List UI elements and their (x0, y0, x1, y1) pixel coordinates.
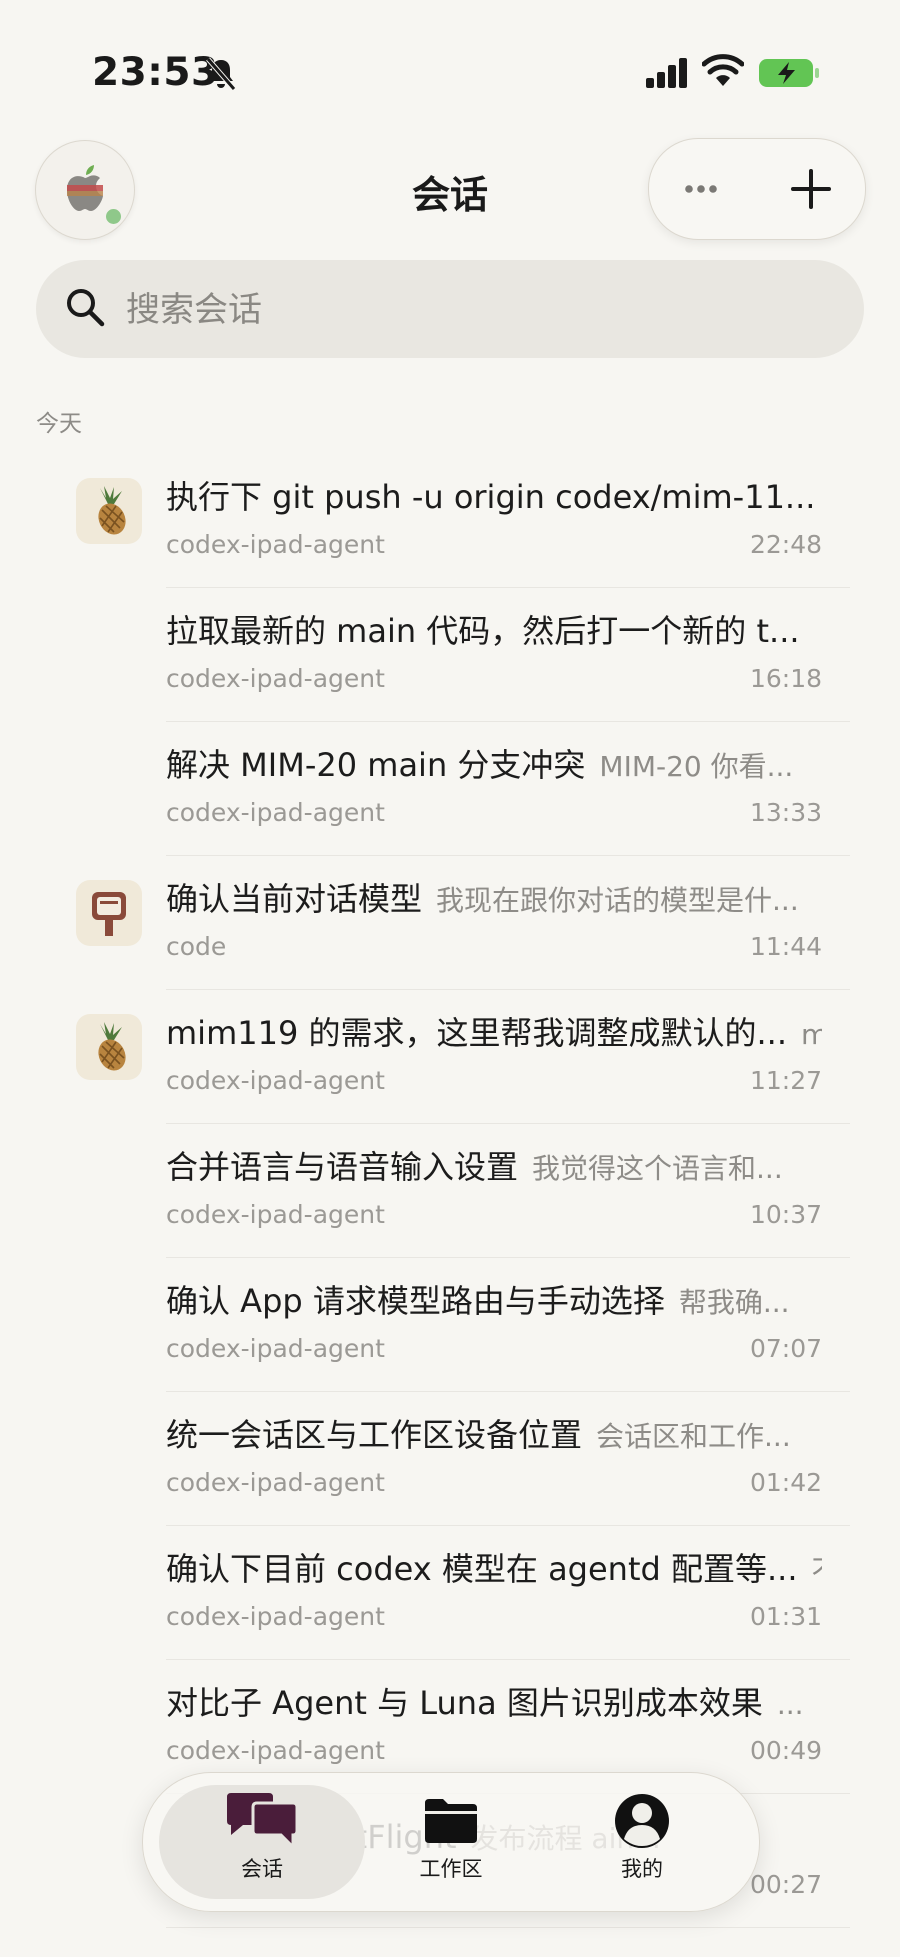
session-title: 合并语言与语音输入设置 (166, 1148, 519, 1186)
section-label-today: 今天 (36, 411, 82, 437)
session-time: 13:33 (749, 798, 822, 827)
tab-label: 工作区 (419, 1857, 483, 1881)
session-agent-name: codex-ipad-agent (166, 1468, 385, 1497)
row-divider (166, 1926, 850, 1928)
session-row[interactable]: 确认当前对话模型 我现在跟你对话的模型是什... code 11:44 (0, 856, 900, 990)
session-agent-name: codex-ipad-agent (166, 1066, 385, 1095)
session-preview: 不 (812, 1554, 822, 1587)
search-input[interactable] (124, 280, 828, 340)
session-time: 00:49 (749, 1736, 822, 1765)
session-title-line: 确认 App 请求模型路由与手动选择 帮我确... (166, 1278, 822, 1324)
session-row[interactable]: 确认 App 请求模型路由与手动选择 帮我确... codex-ipad-agent… (0, 1258, 900, 1392)
session-row[interactable]: 确认下目前 codex 模型在 agentd 配置等... 不 codex-ipad… (0, 1526, 900, 1660)
session-title: mim119 的需求，这里帮我调整成默认的... (166, 1014, 788, 1052)
session-preview: 我现在跟你对话的模型是什... (436, 884, 799, 917)
session-agent-name: codex-ipad-agent (166, 530, 385, 559)
session-title: 对比子 Agent 与 Luna 图片识别成本效果 (166, 1684, 763, 1722)
session-title: 执行下 git push -u origin codex/mim-11... (166, 478, 816, 516)
session-preview: ... (776, 1688, 804, 1721)
session-title: 确认 App 请求模型路由与手动选择 (166, 1282, 665, 1320)
session-title-line: 解决 MIM-20 main 分支冲突 MIM-20 你看... (166, 742, 822, 788)
session-time: 16:18 (749, 664, 822, 693)
session-title-line: 对比子 Agent 与 Luna 图片识别成本效果... (166, 1680, 822, 1726)
session-title: 解决 MIM-20 main 分支冲突 (166, 746, 586, 784)
session-title: 确认当前对话模型 (166, 880, 423, 918)
session-title-line: 统一会话区与工作区设备位置 会话区和工作... (166, 1412, 822, 1458)
pineapple-icon (76, 1014, 142, 1080)
session-preview: 会话区和工作... (596, 1420, 791, 1453)
battery-charging-icon (759, 59, 819, 87)
session-title-line: 确认当前对话模型 我现在跟你对话的模型是什... (166, 876, 822, 922)
more-options-button[interactable] (669, 157, 733, 221)
tab-chats[interactable]: 会话 (167, 1785, 357, 1899)
session-preview: MIM-20 你看... (599, 750, 794, 783)
search-icon (67, 289, 105, 327)
session-row[interactable]: 拉取最新的 main 代码，然后打一个新的 t... codex-ipad-age… (0, 588, 900, 722)
pineapple-icon (76, 478, 142, 544)
session-row[interactable]: 统一会话区与工作区设备位置 会话区和工作... codex-ipad-agent 01… (0, 1392, 900, 1526)
tab-label: 我的 (621, 1857, 663, 1881)
session-title-line: mim119 的需求，这里帮我调整成默认的... m (166, 1010, 822, 1056)
session-time: 01:31 (749, 1602, 822, 1631)
session-agent-name: codex-ipad-agent (166, 1200, 385, 1229)
status-time: 23:53 (92, 50, 219, 95)
session-row[interactable]: 解决 MIM-20 main 分支冲突 MIM-20 你看... codex-ipa… (0, 722, 900, 856)
bell-muted-icon (206, 57, 236, 91)
session-title: 拉取最新的 main 代码，然后打一个新的 t... (166, 612, 800, 650)
session-row[interactable]: 合并语言与语音输入设置 我觉得这个语言和... codex-ipad-agent 10… (0, 1124, 900, 1258)
header-actions (648, 138, 866, 240)
session-agent-name: codex-ipad-agent (166, 1602, 385, 1631)
session-time: 11:27 (749, 1066, 822, 1095)
session-agent-name: codex-ipad-agent (166, 664, 385, 693)
session-agent-name: codex-ipad-agent (166, 1736, 385, 1765)
folder-icon (425, 1799, 477, 1843)
session-preview: m (801, 1018, 822, 1051)
cellular-signal-icon (646, 58, 687, 88)
chat-bubbles-icon (227, 1793, 299, 1851)
tab-bar: 会话 工作区 我的 (142, 1772, 760, 1912)
session-title-line: 合并语言与语音输入设置 我觉得这个语言和... (166, 1144, 822, 1190)
mailbox-icon (76, 880, 142, 946)
session-agent-name: codex-ipad-agent (166, 798, 385, 827)
session-time: 22:48 (749, 530, 822, 559)
session-preview: 帮我确... (678, 1286, 790, 1319)
wifi-icon (702, 54, 744, 86)
session-title-line: 拉取最新的 main 代码，然后打一个新的 t... (166, 608, 822, 654)
session-title-line: 确认下目前 codex 模型在 agentd 配置等... 不 (166, 1546, 822, 1592)
person-icon (615, 1794, 669, 1848)
session-agent-name: codex-ipad-agent (166, 1334, 385, 1363)
session-title-line: 执行下 git push -u origin codex/mim-11...执 (166, 474, 822, 520)
session-title: 确认下目前 codex 模型在 agentd 配置等... (166, 1550, 798, 1588)
session-time: 10:37 (749, 1200, 822, 1229)
session-time: 00:27 (749, 1870, 822, 1899)
session-time: 01:42 (749, 1468, 822, 1497)
session-time: 11:44 (749, 932, 822, 961)
session-row[interactable]: 执行下 git push -u origin codex/mim-11...执 c… (0, 454, 900, 588)
session-time: 07:07 (749, 1334, 822, 1363)
new-chat-button[interactable] (779, 157, 843, 221)
session-agent-name: code (166, 932, 227, 961)
tab-me[interactable]: 我的 (547, 1785, 737, 1899)
search-bar (36, 260, 864, 358)
session-title: 统一会话区与工作区设备位置 (166, 1416, 583, 1454)
tab-label: 会话 (241, 1857, 283, 1881)
session-row[interactable]: mim119 的需求，这里帮我调整成默认的... m codex-ipad-agen… (0, 990, 900, 1124)
tab-workspace[interactable]: 工作区 (356, 1785, 546, 1899)
session-preview: 我觉得这个语言和... (532, 1152, 783, 1185)
